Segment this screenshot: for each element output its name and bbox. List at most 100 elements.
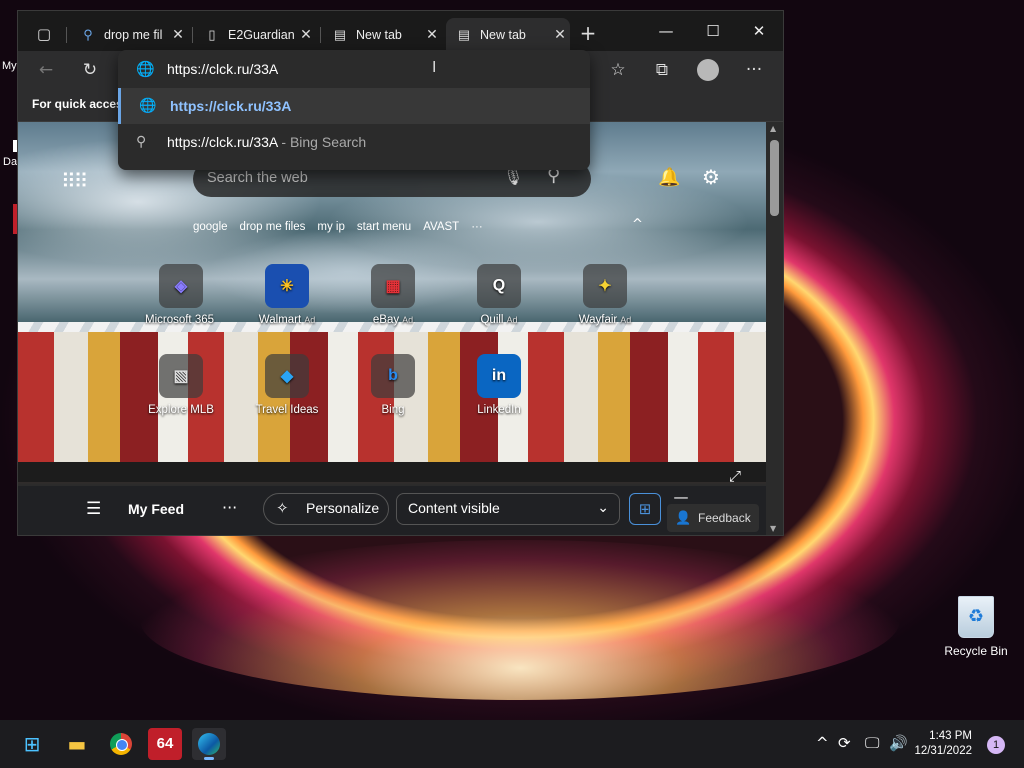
feed-bar: ☰ My Feed ··· ✧ Personalize Content visi… — [18, 486, 766, 535]
search-icon: ⚲ — [136, 133, 147, 149]
scroll-down-arrow-icon[interactable]: ▼ — [770, 524, 776, 533]
tab-e2guardian[interactable]: ▯ E2Guardian ✕ — [194, 18, 316, 51]
close-tab-icon[interactable]: ✕ — [422, 26, 442, 43]
wallpaper-glow — [140, 540, 900, 700]
desktop-icon-label-fragment[interactable]: Da — [3, 156, 17, 168]
show-hidden-icons-icon[interactable]: ^ — [816, 734, 829, 752]
refresh-icon[interactable]: ↻ — [76, 57, 104, 83]
network-icon[interactable]: 🖵 — [865, 734, 879, 752]
ad-badge: Ad — [402, 315, 414, 325]
tile-walmart[interactable]: ✳ Walmart Ad — [234, 264, 340, 326]
address-bar-input[interactable]: https://clck.ru/33A — [167, 61, 278, 77]
feedback-button[interactable]: 👤 Feedback — [667, 504, 759, 532]
edge-icon[interactable] — [192, 728, 226, 760]
start-icon[interactable]: ⊞ — [15, 728, 49, 760]
quick-links-more-icon[interactable]: ··· — [471, 221, 483, 233]
text-cursor-icon: I — [432, 58, 437, 76]
tab-new-tab[interactable]: ▤ New tab ✕ — [322, 18, 442, 51]
feed-more-icon[interactable]: ··· — [222, 498, 237, 517]
tile-label: LinkedIn — [477, 404, 521, 416]
tile-quill[interactable]: Q Quill Ad — [446, 264, 552, 326]
recycle-bin-label: Recycle Bin — [944, 644, 1008, 658]
quick-link[interactable]: google — [193, 221, 228, 233]
linkedin-icon: in — [477, 354, 521, 398]
close-window-button[interactable]: ✕ — [736, 19, 782, 43]
new-tab-page: ⠿⠿ Search the web 🎙 ⚲ 🔔 ⚙ google drop me… — [18, 122, 766, 535]
globe-icon: 🌐 — [136, 60, 155, 78]
volume-icon[interactable]: 🔊 — [889, 734, 908, 752]
favorites-bar-prompt: For quick access — [32, 97, 130, 111]
expand-background-icon[interactable]: ⤢ — [729, 467, 741, 485]
personalize-button[interactable]: ✧ Personalize — [263, 493, 389, 525]
tile-bing[interactable]: b Bing — [340, 354, 446, 416]
collections-icon[interactable]: ⧉ — [648, 57, 676, 83]
suggestion-bing-search[interactable]: ⚲ https://clck.ru/33A - Bing Search — [118, 124, 590, 160]
quick-link[interactable]: AVAST — [423, 221, 459, 233]
ebay-icon: ▦ — [371, 264, 415, 308]
sparkle-icon: ✧ — [276, 500, 289, 517]
suggestion-hint: - Bing Search — [277, 134, 367, 150]
quill-icon: Q — [477, 264, 521, 308]
tile-explore-mlb[interactable]: ▧ Explore MLB — [128, 354, 234, 416]
ad-badge: Ad — [506, 315, 518, 325]
settings-gear-icon[interactable]: ⚙ — [702, 165, 720, 189]
tab-separator — [320, 27, 321, 43]
feed-menu-icon[interactable]: ☰ — [86, 499, 101, 519]
aida64-icon[interactable]: 64 — [148, 728, 182, 760]
file-explorer-icon[interactable]: ▬ — [60, 728, 94, 760]
tile-wayfair[interactable]: ✦ Wayfair Ad — [552, 264, 658, 326]
address-bar[interactable]: 🌐 https://clck.ru/33A I — [118, 50, 590, 88]
app-launcher-icon[interactable]: ⠿⠿ — [61, 169, 88, 193]
notification-badge[interactable]: 1 — [987, 736, 1005, 754]
tile-label: Microsoft 365 — [144, 314, 215, 326]
favorites-star-icon[interactable]: ☆ — [604, 57, 632, 83]
scrollbar-thumb[interactable] — [770, 140, 779, 216]
tab-title: New tab — [480, 27, 526, 42]
feedback-label: Feedback — [698, 511, 751, 525]
close-tab-icon[interactable]: ✕ — [296, 26, 316, 43]
tile-label: Walmart — [258, 314, 302, 326]
maximize-button[interactable]: ☐ — [690, 19, 736, 43]
grid-layout-icon[interactable]: ⊞ — [629, 493, 661, 525]
collapse-chevron-up-icon[interactable]: ^ — [632, 217, 643, 232]
quick-link[interactable]: my ip — [317, 221, 344, 233]
sync-icon[interactable]: ⟳ — [838, 734, 851, 752]
more-menu-icon[interactable]: ··· — [740, 57, 768, 83]
page-scrollbar[interactable]: ▲ ▼ — [766, 122, 783, 535]
my-feed-title[interactable]: My Feed — [128, 501, 184, 517]
quick-link[interactable]: drop me files — [240, 221, 306, 233]
new-tab-plus-icon[interactable]: + — [574, 20, 602, 46]
tile-label: Travel Ideas — [255, 404, 319, 416]
tab-actions-icon[interactable]: ▢ — [30, 21, 58, 47]
tile-travel-ideas[interactable]: ◆ Travel Ideas — [234, 354, 340, 416]
tab-drop-me-files[interactable]: ⚲ drop me fil ✕ — [70, 18, 188, 51]
minimize-button[interactable]: — — [643, 19, 689, 43]
scroll-up-arrow-icon[interactable]: ▲ — [770, 124, 776, 133]
tile-microsoft-365[interactable]: ◈ Microsoft 365 — [128, 264, 234, 326]
back-arrow-icon[interactable]: ← — [32, 57, 60, 83]
tile-label: Wayfair — [578, 314, 618, 326]
tile-linkedin[interactable]: in LinkedIn — [446, 354, 552, 416]
recycle-bin[interactable]: Recycle Bin — [940, 596, 1012, 658]
desktop-icon-label-fragment[interactable]: My — [2, 60, 17, 72]
content-visibility-dropdown[interactable]: Content visible ⌄ — [396, 493, 620, 525]
quick-link[interactable]: start menu — [357, 221, 411, 233]
tab-title: New tab — [356, 27, 402, 42]
document-icon: ▯ — [208, 26, 216, 42]
tile-label: Explore MLB — [148, 404, 214, 416]
tab-title: drop me fil — [104, 27, 163, 42]
tab-new-tab-active[interactable]: ▤ New tab ✕ — [446, 18, 570, 51]
profile-avatar-icon[interactable] — [694, 57, 722, 83]
close-tab-icon[interactable]: ✕ — [168, 26, 188, 43]
ad-badge: Ad — [620, 315, 632, 325]
travel-icon: ◆ — [265, 354, 309, 398]
suggestion-url[interactable]: 🌐 https://clck.ru/33A — [118, 88, 590, 124]
tab-title: E2Guardian — [228, 27, 295, 42]
clock[interactable]: 1:43 PM 12/31/2022 — [908, 729, 972, 759]
notifications-bell-icon[interactable]: 🔔 — [658, 167, 680, 188]
new-tab-icon: ▤ — [457, 26, 471, 42]
close-tab-icon[interactable]: ✕ — [550, 26, 570, 43]
quick-links: google drop me files my ip start menu AV… — [193, 221, 483, 233]
chrome-icon[interactable] — [104, 728, 138, 760]
tile-ebay[interactable]: ▦ eBay Ad — [340, 264, 446, 326]
